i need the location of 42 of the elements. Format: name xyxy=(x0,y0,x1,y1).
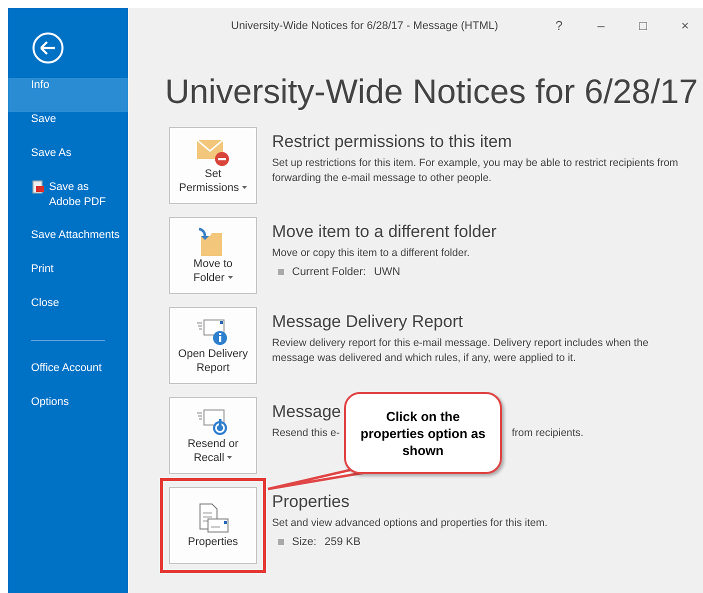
envelope-refresh-icon xyxy=(196,406,230,436)
detail-label: Size: xyxy=(292,535,316,550)
section-title: Message Delivery Report xyxy=(272,311,463,333)
sidebar-item[interactable]: Save As xyxy=(8,146,128,180)
action-button[interactable]: Properties xyxy=(169,487,257,564)
section-description: Resend this e- xyxy=(272,426,340,441)
detail-label: Current Folder: xyxy=(292,265,366,280)
action-button[interactable]: Resend or Recall xyxy=(169,397,257,474)
callout-bubble: Click on the properties option as shown xyxy=(344,392,502,474)
detail-value: UWN xyxy=(374,265,400,280)
window-control[interactable]: □ xyxy=(633,16,653,36)
action-button[interactable]: Open Delivery Report xyxy=(169,307,257,384)
action-button[interactable]: Move to Folder xyxy=(169,217,257,294)
section-title: Move item to a different folder xyxy=(272,221,497,243)
section-description: Set up restrictions for this item. For example, you may be able to restrict recipients from forwarding the e-mail message to other people. xyxy=(272,156,680,186)
section-description: Move or copy this item to a different folder. xyxy=(272,246,470,261)
sidebar-item[interactable]: Save xyxy=(8,112,128,146)
section-description: from recipients. xyxy=(512,426,584,441)
sidebar-item[interactable]: Close xyxy=(8,296,128,330)
action-button[interactable]: Set Permissions xyxy=(169,127,257,204)
sidebar-item[interactable]: Office Account xyxy=(8,351,128,385)
envelope-info-icon xyxy=(196,316,230,346)
sidebar-item[interactable]: Save Attachments xyxy=(8,228,128,262)
detail-value: 259 KB xyxy=(324,535,361,550)
section-title: Properties xyxy=(272,491,350,513)
pdf-file-icon xyxy=(31,180,45,194)
bullet-icon xyxy=(278,269,284,276)
window-control[interactable]: – xyxy=(591,16,611,36)
bullet-icon xyxy=(278,539,284,546)
sidebar-item[interactable]: Info xyxy=(8,78,128,112)
window-control[interactable]: ? xyxy=(549,16,569,36)
section-description: Review delivery report for this e-mail message. Delivery report includes when the message was delivered and which rules, if any, were applied to it. xyxy=(272,336,650,366)
section-description: Set and view advanced options and properties for this item. xyxy=(272,516,548,531)
page-heading: University-Wide Notices for 6/28/17 xyxy=(165,72,699,112)
section-title: Restrict permissions to this item xyxy=(272,131,512,153)
section-title: Message xyxy=(272,401,341,423)
sidebar-item[interactable]: Options xyxy=(8,385,128,419)
sidebar-item[interactable]: Save as Adobe PDF xyxy=(8,180,128,228)
window-title: University-Wide Notices for 6/28/17 - Message (HTML) xyxy=(231,19,498,34)
back-icon[interactable] xyxy=(32,32,64,64)
window-control[interactable]: × xyxy=(675,16,695,36)
sidebar-item[interactable]: Print xyxy=(8,262,128,296)
